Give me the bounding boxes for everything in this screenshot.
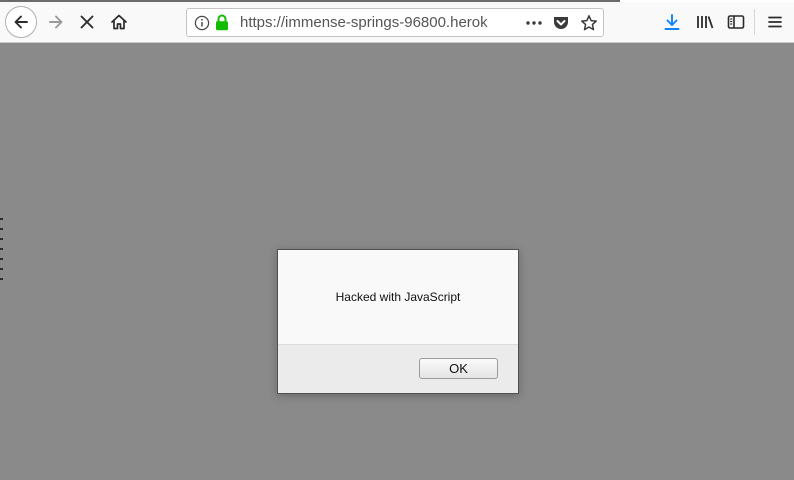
library-button[interactable] [693,7,717,37]
download-icon [664,14,680,30]
clipped-mark [0,228,3,230]
info-icon[interactable] [194,15,210,31]
url-host: immense-springs-96800.herok [285,14,488,31]
library-icon [697,16,714,29]
more-actions-icon[interactable] [524,15,544,31]
sidebar-button[interactable] [725,7,747,37]
stop-icon [80,15,94,29]
toolbar-separator [754,9,755,35]
bookmark-star-icon[interactable] [580,14,598,32]
lock-icon[interactable] [215,14,229,31]
clipped-mark [0,278,3,280]
stop-button[interactable] [74,7,100,37]
clipped-mark [0,248,3,250]
ok-button[interactable]: OK [419,358,498,379]
clipped-mark [0,268,3,270]
clipped-mark [0,238,3,240]
menu-button[interactable] [763,7,787,37]
url-text[interactable]: https://immense-springs-96800.herok [240,14,518,32]
downloads-button[interactable] [660,7,684,37]
home-icon [111,14,127,30]
sidebar-icon [727,15,745,29]
clipped-mark [0,258,3,260]
url-bar[interactable]: https://immense-springs-96800.herok [186,8,604,37]
hamburger-menu-icon [768,16,782,28]
clipped-page-content [0,218,3,292]
forward-arrow-icon [49,15,63,29]
home-button[interactable] [106,7,132,37]
pocket-icon[interactable] [552,15,570,32]
url-fade [483,11,519,35]
dialog-body: Hacked with JavaScript [278,250,518,345]
dialog-message: Hacked with JavaScript [335,290,461,304]
navigation-toolbar: https://immense-springs-96800.herok [0,2,794,43]
alert-dialog: Hacked with JavaScript OK [277,249,519,394]
dialog-footer: OK [278,345,518,393]
forward-button[interactable] [42,7,70,37]
clipped-mark [0,218,3,220]
url-scheme: https:// [240,14,286,31]
back-arrow-icon [14,15,28,29]
back-button[interactable] [5,6,37,38]
